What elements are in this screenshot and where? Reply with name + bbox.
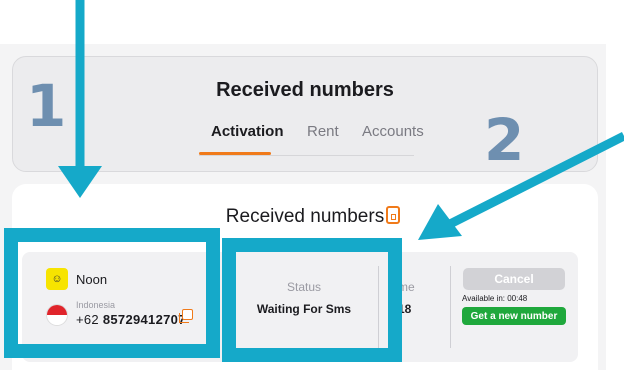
page-title: Received numbers [216,79,394,101]
active-tab-indicator [199,152,271,155]
annotation-number-1: 1 [26,72,67,140]
highlight-box-1 [4,228,220,358]
tab-accounts[interactable]: Accounts [362,123,424,140]
tab-bar: Activation Rent Accounts [199,121,424,156]
sim-card-icon [386,206,400,224]
section-title: Received numbers [225,206,385,227]
highlight-box-2 [222,238,402,362]
available-in-text: Available in: 00:48 [462,294,528,303]
cancel-button[interactable]: Cancel [463,268,565,290]
tab-rent[interactable]: Rent [307,123,339,140]
get-new-number-button[interactable]: Get a new number [462,307,566,325]
column-divider [450,266,451,348]
tab-activation[interactable]: Activation [211,123,284,140]
annotation-number-2: 2 [484,106,525,174]
